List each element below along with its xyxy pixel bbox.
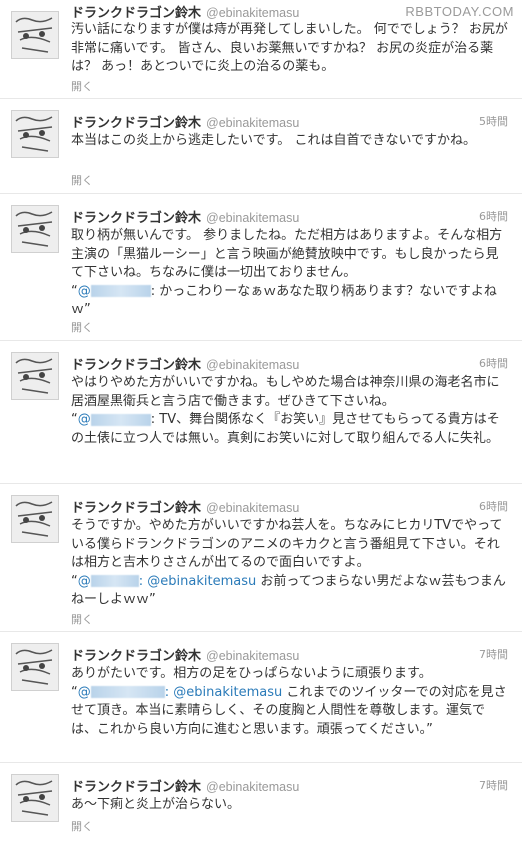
- tweet-body: やはりやめた方がいいですかね。もしやめた場合は神奈川県の海老名市に居酒屋黒衛兵と…: [71, 375, 500, 409]
- mention-link[interactable]: @: [78, 412, 151, 427]
- quote-open: “: [71, 412, 78, 427]
- display-name[interactable]: ドランクドラゴン鈴木: [71, 780, 201, 795]
- timestamp[interactable]: 6時間: [479, 498, 508, 514]
- redacted-username: [90, 575, 139, 587]
- mention-link[interactable]: @: [78, 284, 151, 299]
- username[interactable]: @ebinakitemasu: [206, 501, 299, 515]
- tweet-body: そうですか。やめた方がいいですかね芸人を。ちなみにヒカリTVでやっている僕らドラ…: [71, 518, 503, 570]
- avatar[interactable]: [11, 495, 59, 543]
- tweet-item[interactable]: ドランクドラゴン鈴木 @ebinakitemasu 汚い話になりますが僕は痔が再発…: [0, 0, 522, 99]
- tweet-item[interactable]: ドランクドラゴン鈴木 @ebinakitemasu 7時間 ありがたいです。相方の…: [0, 632, 522, 763]
- mention-link[interactable]: @: [78, 574, 139, 589]
- avatar[interactable]: [11, 205, 59, 253]
- tweet-header: ドランクドラゴン鈴木 @ebinakitemasu 6時間: [71, 207, 508, 226]
- mention-link[interactable]: @: [78, 685, 165, 700]
- mention-handle[interactable]: : @ebinakitemasu: [165, 685, 282, 700]
- username[interactable]: @ebinakitemasu: [206, 6, 299, 20]
- timestamp[interactable]: 6時間: [479, 208, 508, 224]
- expand-link[interactable]: 開く: [71, 172, 93, 188]
- tweet-item[interactable]: ドランクドラゴン鈴木 @ebinakitemasu 6時間 そうですか。やめた方が…: [0, 484, 522, 632]
- tweet-body: 取り柄が無いんです。 参りましたね。ただ相方はありますよ。そんな相方主演の「黒猫…: [71, 228, 503, 280]
- tweet-header: ドランクドラゴン鈴木 @ebinakitemasu 7時間: [71, 645, 508, 664]
- expand-link[interactable]: 開く: [71, 611, 93, 627]
- expand-link[interactable]: 開く: [71, 78, 93, 94]
- tweet-item[interactable]: ドランクドラゴン鈴木 @ebinakitemasu 6時間 取り柄が無いんです。 …: [0, 194, 522, 341]
- redacted-username: [90, 285, 151, 297]
- avatar[interactable]: [11, 11, 59, 59]
- tweet-header: ドランクドラゴン鈴木 @ebinakitemasu: [71, 2, 508, 21]
- tweet-text: ありがたいです。相方の足をひっぱらないように頑張ります。 “@: @ebinak…: [71, 665, 511, 739]
- tweet-header: ドランクドラゴン鈴木 @ebinakitemasu 6時間: [71, 354, 508, 373]
- tweet-text: そうですか。やめた方がいいですかね芸人を。ちなみにヒカリTVでやっている僕らドラ…: [71, 517, 511, 610]
- tweet-text: あ〜下痢と炎上が治らない。: [71, 797, 241, 812]
- tweet-body: ありがたいです。相方の足をひっぱらないように頑張ります。: [71, 666, 432, 681]
- timestamp[interactable]: 5時間: [479, 113, 508, 129]
- tweet-header: ドランクドラゴン鈴木 @ebinakitemasu 5時間: [71, 112, 508, 131]
- tweet-item[interactable]: ドランクドラゴン鈴木 @ebinakitemasu 6時間 やはりやめた方がいいで…: [0, 341, 522, 484]
- avatar[interactable]: [11, 774, 59, 822]
- username[interactable]: @ebinakitemasu: [206, 649, 299, 663]
- tweet-text: やはりやめた方がいいですかね。もしやめた場合は神奈川県の海老名市に居酒屋黒衛兵と…: [71, 374, 511, 448]
- avatar[interactable]: [11, 110, 59, 158]
- username[interactable]: @ebinakitemasu: [206, 358, 299, 372]
- timestamp[interactable]: 6時間: [479, 355, 508, 371]
- display-name[interactable]: ドランクドラゴン鈴木: [71, 649, 201, 664]
- redacted-username: [90, 686, 165, 698]
- quote-open: “: [71, 684, 78, 700]
- display-name[interactable]: ドランクドラゴン鈴木: [71, 501, 201, 516]
- avatar[interactable]: [11, 643, 59, 691]
- expand-link[interactable]: 開く: [71, 818, 93, 834]
- display-name[interactable]: ドランクドラゴン鈴木: [71, 211, 201, 226]
- redacted-username: [90, 413, 151, 426]
- username[interactable]: @ebinakitemasu: [206, 211, 299, 225]
- mention-handle[interactable]: : @ebinakitemasu: [139, 574, 256, 589]
- display-name[interactable]: ドランクドラゴン鈴木: [71, 358, 201, 373]
- timestamp[interactable]: 7時間: [479, 646, 508, 662]
- expand-link[interactable]: 開く: [71, 319, 93, 335]
- avatar[interactable]: [11, 352, 59, 400]
- tweet-item[interactable]: ドランクドラゴン鈴木 @ebinakitemasu 5時間 本当はこの炎上から逃走…: [0, 99, 522, 194]
- username[interactable]: @ebinakitemasu: [206, 116, 299, 130]
- tweet-item[interactable]: ドランクドラゴン鈴木 @ebinakitemasu 7時間 あ〜下痢と炎上が治らな…: [0, 763, 522, 842]
- username[interactable]: @ebinakitemasu: [206, 780, 299, 794]
- display-name[interactable]: ドランクドラゴン鈴木: [71, 116, 201, 131]
- tweet-text: 取り柄が無いんです。 参りましたね。ただ相方はありますよ。そんな相方主演の「黒猫…: [71, 227, 511, 320]
- timestamp[interactable]: 7時間: [479, 777, 508, 793]
- tweet-text: 汚い話になりますが僕は痔が再発してしまいした。 何ででしょう？ お尻が非常に痛い…: [71, 22, 508, 74]
- tweet-header: ドランクドラゴン鈴木 @ebinakitemasu 7時間: [71, 776, 508, 795]
- tweet-header: ドランクドラゴン鈴木 @ebinakitemasu 6時間: [71, 497, 508, 516]
- quote-open: “: [71, 283, 78, 299]
- quote-open: “: [71, 573, 78, 589]
- tweet-text: 本当はこの炎上から逃走したいです。 これは自首できないですかね。: [71, 133, 477, 148]
- display-name[interactable]: ドランクドラゴン鈴木: [71, 6, 201, 21]
